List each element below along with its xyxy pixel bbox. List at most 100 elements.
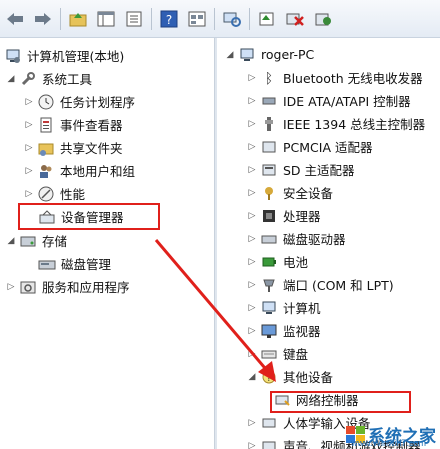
- tree-item-event-viewer[interactable]: ▷ 事件查看器: [24, 113, 123, 136]
- uninstall-icon[interactable]: [312, 8, 334, 30]
- highlight-box-network-controller: [270, 391, 411, 413]
- tree-item-device-category[interactable]: ▷ 端口 (COM 和 LPT): [247, 273, 394, 296]
- keyboard-icon: [260, 345, 278, 363]
- tree-item-device-category[interactable]: ▷ 磁盘驱动器: [247, 227, 346, 250]
- tree-item-local-users[interactable]: ▷ 本地用户和组: [24, 159, 135, 182]
- expand-arrow-icon[interactable]: ▷: [247, 418, 257, 428]
- security-device-icon: [260, 184, 278, 202]
- expand-arrow-icon[interactable]: ▷: [247, 303, 257, 313]
- tree-item-device-category[interactable]: ▷ IDE ATA/ATAPI 控制器: [247, 89, 411, 112]
- tree-item-services[interactable]: ▷ 服务和应用程序: [6, 275, 130, 298]
- expand-arrow-icon[interactable]: ▷: [247, 280, 257, 290]
- console-tree-icon[interactable]: [95, 8, 117, 30]
- expand-arrow-icon[interactable]: ▷: [247, 165, 257, 175]
- tree-item-label: 性能: [60, 187, 86, 202]
- expand-arrow-icon[interactable]: ▷: [24, 189, 34, 199]
- up-folder-icon[interactable]: [67, 8, 89, 30]
- highlight-box-device-manager: [18, 203, 160, 230]
- tree-item-device-category[interactable]: ▷ SD 主适配器: [247, 158, 355, 181]
- expand-arrow-icon[interactable]: ▷: [247, 349, 257, 359]
- tree-item-device-category[interactable]: ▷ 处理器: [247, 204, 321, 227]
- tree-item-label: 端口 (COM 和 LPT): [283, 278, 394, 293]
- expand-arrow-icon[interactable]: ▷: [247, 142, 257, 152]
- sound-video-icon: [260, 437, 278, 449]
- expand-arrow-icon[interactable]: ▷: [247, 188, 257, 198]
- expand-arrow-icon[interactable]: ▷: [247, 234, 257, 244]
- computer-icon: [260, 299, 278, 317]
- tree-item-device-category[interactable]: ▷ ᛒ Bluetooth 无线电收发器: [247, 66, 423, 89]
- scan-hardware-icon[interactable]: [221, 8, 243, 30]
- pcmcia-icon: [260, 138, 278, 156]
- monitor-icon: [260, 322, 278, 340]
- tree-item-device-category[interactable]: ▷ 键盘: [247, 342, 308, 365]
- forward-arrow-icon[interactable]: [32, 8, 54, 30]
- toolbar-separator: [60, 7, 61, 30]
- tree-item-storage[interactable]: ◢ 存储: [6, 229, 67, 252]
- expand-arrow-icon[interactable]: ▷: [247, 326, 257, 336]
- expand-arrow-icon[interactable]: ▷: [247, 211, 257, 221]
- clock-icon: [37, 93, 55, 111]
- tree-item-device-category[interactable]: ▷ 计算机: [247, 296, 321, 319]
- expand-arrow-icon[interactable]: ▷: [6, 282, 16, 292]
- expand-arrow-icon[interactable]: ▷: [247, 119, 257, 129]
- performance-icon: [37, 185, 55, 203]
- sd-adapter-icon: [260, 161, 278, 179]
- other-devices-icon: ?: [260, 368, 278, 386]
- properties-icon[interactable]: [123, 8, 145, 30]
- tree-item-label: IDE ATA/ATAPI 控制器: [283, 94, 411, 109]
- tree-item-device-category[interactable]: ▷ 监视器: [247, 319, 321, 342]
- tree-item-disk-management[interactable]: 磁盘管理: [38, 252, 111, 275]
- collapse-arrow-icon[interactable]: ◢: [6, 236, 16, 246]
- services-icon: [19, 278, 37, 296]
- tree-item-label: 计算机: [283, 301, 321, 316]
- console-tree-pane: 计算机管理(本地) ◢ 系统工具 ▷ 任务计划程序 ▷ 事件查看器 ▷ 共享文件…: [0, 38, 214, 449]
- expand-arrow-icon[interactable]: ▷: [247, 257, 257, 267]
- tree-item-device-category[interactable]: ▷ PCMCIA 适配器: [247, 135, 373, 158]
- tree-item-label: 监视器: [283, 324, 321, 339]
- tree-item-label: Bluetooth 无线电收发器: [283, 71, 423, 86]
- tree-item-label: 磁盘驱动器: [283, 232, 346, 247]
- view-icon[interactable]: [186, 8, 208, 30]
- disable-device-icon[interactable]: [284, 8, 306, 30]
- tree-item-task-scheduler[interactable]: ▷ 任务计划程序: [24, 90, 135, 113]
- toolbar: ?: [0, 0, 440, 38]
- expand-arrow-icon[interactable]: ▷: [247, 96, 257, 106]
- tree-item-device-category[interactable]: ▷ 安全设备: [247, 181, 333, 204]
- expand-arrow-icon[interactable]: ▷: [24, 97, 34, 107]
- tree-item-label: 计算机管理(本地): [27, 49, 125, 64]
- tree-item-device-category[interactable]: ▷ IEEE 1394 总线主控制器: [247, 112, 425, 135]
- tree-item-device-category[interactable]: ◢? 其他设备: [247, 365, 333, 388]
- help-icon[interactable]: ?: [158, 8, 180, 30]
- update-driver-icon[interactable]: [256, 8, 278, 30]
- tree-item-label: 磁盘管理: [61, 257, 112, 272]
- collapse-arrow-icon[interactable]: ◢: [225, 50, 235, 60]
- tree-item-performance[interactable]: ▷ 性能: [24, 182, 85, 205]
- watermark-url: www.Winwin7.com: [350, 438, 426, 448]
- expand-arrow-icon[interactable]: ▷: [247, 441, 257, 449]
- expand-arrow-icon[interactable]: ▷: [247, 73, 257, 83]
- tree-item-system-tools[interactable]: ◢ 系统工具: [6, 67, 92, 90]
- port-icon: [260, 276, 278, 294]
- expand-arrow-icon[interactable]: ▷: [24, 166, 34, 176]
- tree-item-computer-root[interactable]: ◢ roger-PC: [225, 43, 315, 66]
- tree-item-label: IEEE 1394 总线主控制器: [283, 117, 426, 132]
- expand-arrow-icon[interactable]: ▷: [24, 120, 34, 130]
- tree-item-label: 安全设备: [283, 186, 334, 201]
- processor-icon: [260, 207, 278, 225]
- device-tree-pane: ◢ roger-PC ▷ ᛒ Bluetooth 无线电收发器 ▷ IDE ATA/AT…: [217, 38, 440, 449]
- collapse-arrow-icon[interactable]: ◢: [247, 372, 257, 382]
- collapse-arrow-icon[interactable]: ◢: [6, 74, 16, 84]
- ieee1394-icon: [260, 115, 278, 133]
- tree-item-label: 电池: [283, 255, 309, 270]
- storage-icon: [19, 232, 37, 250]
- expand-arrow-icon[interactable]: ▷: [24, 143, 34, 153]
- tree-item-device-category[interactable]: ▷ 电池: [247, 250, 308, 273]
- tree-item-label: 存储: [42, 234, 68, 249]
- tree-item-shared-folders[interactable]: ▷ 共享文件夹: [24, 136, 123, 159]
- tree-item-computer-management[interactable]: 计算机管理(本地): [4, 44, 124, 67]
- event-log-icon: [37, 116, 55, 134]
- shared-folder-icon: [37, 139, 55, 157]
- computer-icon: [238, 46, 256, 64]
- back-arrow-icon[interactable]: [4, 8, 26, 30]
- tree-item-label: 事件查看器: [60, 118, 123, 133]
